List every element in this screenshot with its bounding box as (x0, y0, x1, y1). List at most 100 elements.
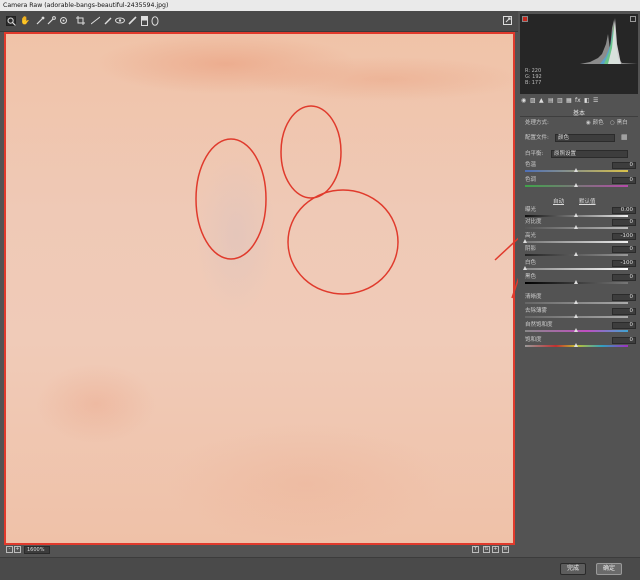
white-balance-dropdown[interactable]: 原照设置 (551, 150, 628, 158)
annotation-circle-right (287, 189, 399, 295)
redeye-icon[interactable] (115, 16, 125, 26)
detail-tab-icon[interactable]: ▲ (539, 97, 544, 105)
slider-thumb[interactable] (574, 183, 578, 187)
annotation-circle-left (195, 138, 267, 260)
status-bar: - + 1600% Y ⇅ + ≡ (4, 546, 515, 555)
slider-thumb[interactable] (574, 225, 578, 229)
adjustment-panel: R: 220 G: 192 B: 177 ◉ ▨ ▲ ▤ ▥ ▦ fx ◧ ☰ … (518, 11, 640, 557)
slider-value-input[interactable]: 0 (612, 246, 636, 253)
section-divider (520, 116, 638, 117)
graduated-filter-icon[interactable] (139, 16, 149, 26)
slider-thumb[interactable] (574, 252, 578, 256)
footer-bar: 完成 确定 (0, 557, 640, 580)
zoom-in-button[interactable]: + (14, 546, 21, 553)
slider-vibrance[interactable]: 自然饱和度 0 (525, 322, 636, 333)
slider-label: 自然饱和度 (525, 322, 553, 328)
split-toning-tab-icon[interactable]: ▥ (557, 97, 563, 105)
slider-value-input[interactable]: 0 (612, 219, 636, 226)
slider-temp[interactable]: 色温 0 (525, 162, 636, 173)
radial-filter-icon[interactable] (150, 16, 160, 26)
slider-value-input[interactable]: 0 (612, 337, 636, 344)
slider-track[interactable] (525, 241, 628, 243)
slider-value-input[interactable]: -100 (612, 260, 636, 267)
rgb-readout-b: B: 177 (525, 80, 542, 86)
profile-browser-icon[interactable]: ▦ (621, 134, 628, 141)
lens-tab-icon[interactable]: ▦ (566, 97, 572, 105)
slider-dehaze[interactable]: 去除薄雾 0 (525, 308, 636, 319)
slider-thumb[interactable] (574, 328, 578, 332)
brush-icon[interactable] (127, 16, 137, 26)
fx-tab-icon[interactable]: fx (575, 97, 581, 105)
slider-label: 黑色 (525, 274, 537, 280)
presets-tab-icon[interactable]: ☰ (593, 97, 598, 105)
white-balance-icon[interactable] (35, 16, 45, 26)
treatment-color-radio[interactable]: ◉ 颜色 (586, 120, 604, 127)
slider-label: 去除薄雾 (525, 308, 548, 314)
slider-thumb[interactable] (574, 343, 578, 347)
crop-icon[interactable] (75, 16, 85, 26)
slider-thumb[interactable] (574, 314, 578, 318)
treatment-bw-radio[interactable]: ○ 黑白 (610, 120, 628, 127)
hand-icon[interactable]: ✋ (20, 16, 30, 26)
slider-value-input[interactable]: 0 (612, 162, 636, 169)
slider-label: 色调 (525, 177, 537, 183)
zoom-icon[interactable] (6, 16, 16, 26)
slider-exposure[interactable]: 曝光 0.00 (525, 207, 636, 218)
slider-thumb[interactable] (522, 266, 527, 270)
slider-tint[interactable]: 色调 0 (525, 177, 636, 188)
slider-thumb[interactable] (574, 280, 578, 284)
slider-shadows[interactable]: 阴影 0 (525, 246, 636, 257)
ok-button[interactable]: 确定 (596, 563, 622, 575)
image-preview[interactable] (4, 32, 515, 545)
basic-tab-icon[interactable]: ◉ (521, 97, 526, 105)
histogram: R: 220 G: 192 B: 177 (520, 14, 638, 94)
slider-thumb[interactable] (574, 168, 578, 172)
slider-value-input[interactable]: 0 (612, 294, 636, 301)
spot-removal-icon[interactable] (103, 16, 113, 26)
color-sampler-icon[interactable] (46, 16, 56, 26)
fullscreen-icon[interactable] (502, 16, 512, 26)
slider-blacks[interactable]: 黑色 0 (525, 274, 636, 285)
treatment-label: 处理方式: (525, 120, 549, 126)
annotation-circle-top (280, 105, 342, 199)
auto-link[interactable]: 自动 (553, 197, 564, 205)
slider-highlights[interactable]: 高光 -100 (522, 233, 636, 244)
profile-dropdown[interactable]: 颜色 (555, 134, 615, 142)
slider-label: 白色 (525, 260, 537, 266)
slider-label: 色温 (525, 162, 537, 168)
tone-curve-tab-icon[interactable]: ▨ (530, 97, 536, 105)
slider-value-input[interactable]: 0 (612, 322, 636, 329)
slider-value-input[interactable]: 0 (612, 274, 636, 281)
zoom-out-button[interactable]: - (6, 546, 13, 553)
targeted-adjust-icon[interactable] (58, 16, 68, 26)
slider-saturation[interactable]: 饱和度 0 (525, 337, 636, 348)
slider-label: 对比度 (525, 219, 542, 225)
window-title: Camera Raw (adorable-bangs-beautiful-243… (0, 0, 640, 11)
slider-label: 清晰度 (525, 294, 542, 300)
copy-settings-icon[interactable]: + (492, 546, 499, 553)
default-link[interactable]: 默认值 (579, 197, 596, 205)
slider-label: 高光 (525, 233, 537, 239)
swap-settings-icon[interactable]: ⇅ (483, 546, 490, 553)
slider-thumb[interactable] (574, 213, 578, 217)
zoom-level-dropdown[interactable]: 1600% (24, 546, 50, 554)
slider-thumb[interactable] (522, 239, 527, 243)
slider-value-input[interactable]: 0.00 (612, 207, 636, 214)
slider-track[interactable] (525, 268, 628, 270)
hsl-tab-icon[interactable]: ▤ (548, 97, 554, 105)
straighten-icon[interactable] (90, 16, 100, 26)
slider-value-input[interactable]: 0 (612, 308, 636, 315)
before-after-icon[interactable]: Y (472, 546, 479, 553)
profile-label: 配置文件: (525, 135, 549, 141)
slider-contrast[interactable]: 对比度 0 (525, 219, 636, 230)
slider-label: 饱和度 (525, 337, 542, 343)
slider-whites[interactable]: 白色 -100 (522, 260, 636, 271)
slider-label: 阴影 (525, 246, 537, 252)
preview-settings-icon[interactable]: ≡ (502, 546, 509, 553)
camera-calibration-tab-icon[interactable]: ◧ (584, 97, 590, 105)
done-button[interactable]: 完成 (560, 563, 586, 575)
slider-value-input[interactable]: 0 (612, 177, 636, 184)
slider-value-input[interactable]: -100 (612, 233, 636, 240)
slider-thumb[interactable] (574, 300, 578, 304)
slider-clarity[interactable]: 清晰度 0 (525, 294, 636, 305)
